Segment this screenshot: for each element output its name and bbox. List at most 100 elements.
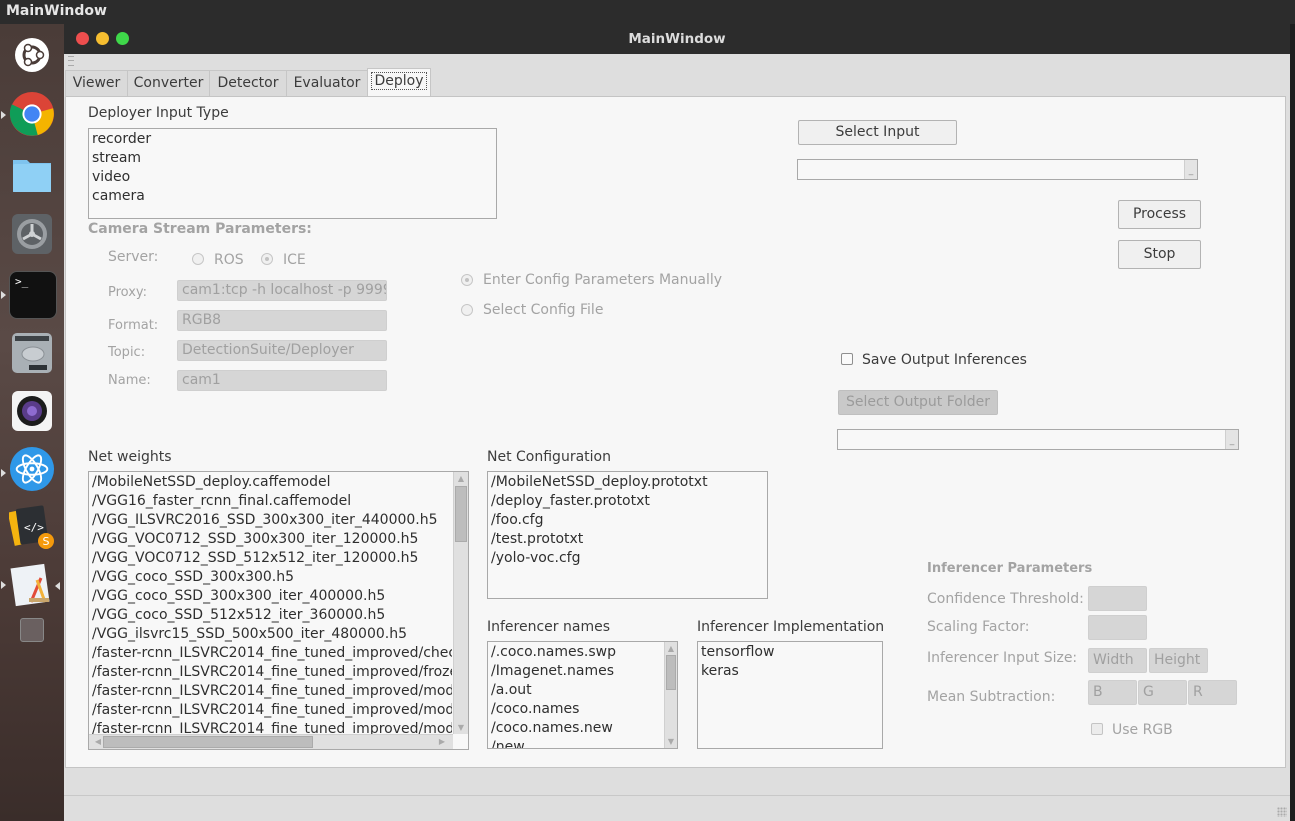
tab-viewer[interactable]: Viewer <box>65 70 128 96</box>
tab-evaluator[interactable]: Evaluator <box>286 70 368 96</box>
process-button[interactable]: Process <box>1118 200 1201 229</box>
select-input-button[interactable]: Select Input <box>798 120 957 145</box>
background-terminal-strip <box>1290 24 1295 821</box>
server-ros-radio[interactable] <box>192 253 204 265</box>
resize-grip-icon[interactable] <box>1277 807 1287 817</box>
scroll-down-icon[interactable]: ▼ <box>454 723 468 732</box>
inferencer-names-list[interactable]: /.coco.names.swp /Imagenet.names /a.out … <box>487 641 678 749</box>
list-item[interactable]: /foo.cfg <box>488 511 767 530</box>
camera-app-icon[interactable] <box>9 388 55 434</box>
list-item[interactable]: /coco.names <box>488 700 663 719</box>
workspace-switcher-icon[interactable] <box>20 618 44 642</box>
sublime-text-icon[interactable]: </> S <box>9 504 55 550</box>
list-item[interactable]: /faster-rcnn_ILSVRC2014_fine_tuned_impro… <box>89 644 452 663</box>
tab-deploy[interactable]: Deploy <box>367 68 431 97</box>
chrome-icon[interactable] <box>9 91 55 137</box>
scroll-left-icon[interactable]: ◀ <box>93 737 103 746</box>
scroll-down-icon[interactable]: ▼ <box>665 737 677 746</box>
top-panel-title: MainWindow <box>6 3 107 19</box>
stop-button[interactable]: Stop <box>1118 240 1201 269</box>
svg-text:S: S <box>43 535 50 548</box>
confidence-threshold-field[interactable] <box>1088 586 1147 611</box>
scaling-factor-field[interactable] <box>1088 615 1147 640</box>
topic-field[interactable]: DetectionSuite/Deployer <box>177 340 387 361</box>
input-type-list[interactable]: recorder stream video camera <box>88 128 497 219</box>
net-weights-horizontal-scrollbar[interactable]: ◀ ▶ <box>89 734 453 749</box>
window-title: MainWindow <box>628 31 726 47</box>
list-item[interactable]: keras <box>698 662 882 681</box>
svg-text:</>: </> <box>24 521 44 534</box>
camera-params-title: Camera Stream Parameters: <box>88 221 312 237</box>
ubuntu-dash-icon[interactable] <box>9 32 55 78</box>
mean-b-field[interactable]: B <box>1088 680 1137 705</box>
list-item[interactable]: /VGG_coco_SSD_300x300_iter_400000.h5 <box>89 587 452 606</box>
list-item[interactable]: /VGG_ilsvrc15_SSD_500x500_iter_480000.h5 <box>89 625 452 644</box>
inferencer-names-scrollbar[interactable]: ▲ ▼ <box>664 642 677 748</box>
net-weights-vertical-scrollbar[interactable]: ▲ ▼ <box>453 472 468 734</box>
net-config-label: Net Configuration <box>487 449 611 465</box>
config-manual-radio[interactable] <box>461 274 473 286</box>
list-item[interactable]: /a.out <box>488 681 663 700</box>
select-output-folder-button[interactable]: Select Output Folder <box>838 390 998 415</box>
list-item[interactable]: stream <box>89 149 496 168</box>
save-output-checkbox[interactable] <box>841 353 853 365</box>
running-indicator <box>1 111 6 119</box>
system-settings-icon[interactable] <box>9 211 55 257</box>
format-label: Format: <box>108 318 159 333</box>
list-item[interactable]: /coco.names.new <box>488 719 663 738</box>
list-item[interactable]: /VGG_VOC0712_SSD_512x512_iter_120000.h5 <box>89 549 452 568</box>
format-field[interactable]: RGB8 <box>177 310 387 331</box>
list-item[interactable]: /yolo-voc.cfg <box>488 549 767 568</box>
proxy-field[interactable]: cam1:tcp -h localhost -p 9999 <box>177 280 387 301</box>
text-editor-icon[interactable] <box>9 562 55 608</box>
list-item[interactable]: /test.prototxt <box>488 530 767 549</box>
config-file-radio[interactable] <box>461 304 473 316</box>
scrollbar-thumb[interactable] <box>455 486 467 542</box>
tab-converter[interactable]: Converter <box>127 70 210 96</box>
list-item[interactable]: /VGG16_faster_rcnn_final.caffemodel <box>89 492 452 511</box>
inferencer-impl-list[interactable]: tensorflow keras <box>697 641 883 749</box>
list-item[interactable]: recorder <box>89 130 496 149</box>
use-rgb-checkbox[interactable] <box>1091 723 1103 735</box>
list-item[interactable]: tensorflow <box>698 643 882 662</box>
list-item[interactable]: /faster-rcnn_ILSVRC2014_fine_tuned_impro… <box>89 682 452 701</box>
browse-dots-icon[interactable]: _ <box>1225 430 1238 449</box>
scroll-up-icon[interactable]: ▲ <box>665 644 677 653</box>
tab-detector[interactable]: Detector <box>209 70 287 96</box>
net-weights-list[interactable]: /MobileNetSSD_deploy.caffemodel/VGG16_fa… <box>88 471 469 750</box>
name-field[interactable]: cam1 <box>177 370 387 391</box>
server-ice-radio[interactable] <box>261 253 273 265</box>
list-item[interactable]: /MobileNetSSD_deploy.prototxt <box>488 473 767 492</box>
list-item[interactable]: /faster-rcnn_ILSVRC2014_fine_tuned_impro… <box>89 663 452 682</box>
net-config-list[interactable]: /MobileNetSSD_deploy.prototxt /deploy_fa… <box>487 471 768 599</box>
input-path-field[interactable]: _ <box>797 159 1198 180</box>
topic-label: Topic: <box>108 345 146 360</box>
list-item[interactable]: /MobileNetSSD_deploy.caffemodel <box>89 473 452 492</box>
browse-dots-icon[interactable]: _ <box>1184 160 1197 179</box>
input-width-field[interactable]: Width <box>1088 648 1147 673</box>
output-folder-field[interactable]: _ <box>837 429 1239 450</box>
scrollbar-thumb[interactable] <box>103 736 313 748</box>
list-item[interactable]: camera <box>89 187 496 206</box>
files-icon[interactable] <box>9 151 55 197</box>
list-item[interactable]: /new <box>488 738 663 748</box>
mean-g-field[interactable]: G <box>1138 680 1187 705</box>
toolbar-grip-icon[interactable] <box>68 56 74 66</box>
scroll-right-icon[interactable]: ▶ <box>437 737 447 746</box>
list-item[interactable]: /faster-rcnn_ILSVRC2014_fine_tuned_impro… <box>89 701 452 720</box>
input-height-field[interactable]: Height <box>1149 648 1208 673</box>
scroll-up-icon[interactable]: ▲ <box>454 474 468 483</box>
list-item[interactable]: /VGG_coco_SSD_300x300.h5 <box>89 568 452 587</box>
list-item[interactable]: /VGG_VOC0712_SSD_300x300_iter_120000.h5 <box>89 530 452 549</box>
list-item[interactable]: /deploy_faster.prototxt <box>488 492 767 511</box>
disk-utility-icon[interactable] <box>9 330 55 376</box>
terminal-icon[interactable]: >_ <box>9 271 57 319</box>
list-item[interactable]: video <box>89 168 496 187</box>
mean-r-field[interactable]: R <box>1188 680 1237 705</box>
list-item[interactable]: /.coco.names.swp <box>488 643 663 662</box>
scrollbar-thumb[interactable] <box>666 655 676 690</box>
list-item[interactable]: /Imagenet.names <box>488 662 663 681</box>
list-item[interactable]: /VGG_ILSVRC2016_SSD_300x300_iter_440000.… <box>89 511 452 530</box>
atom-editor-icon[interactable] <box>9 446 55 492</box>
list-item[interactable]: /VGG_coco_SSD_512x512_iter_360000.h5 <box>89 606 452 625</box>
